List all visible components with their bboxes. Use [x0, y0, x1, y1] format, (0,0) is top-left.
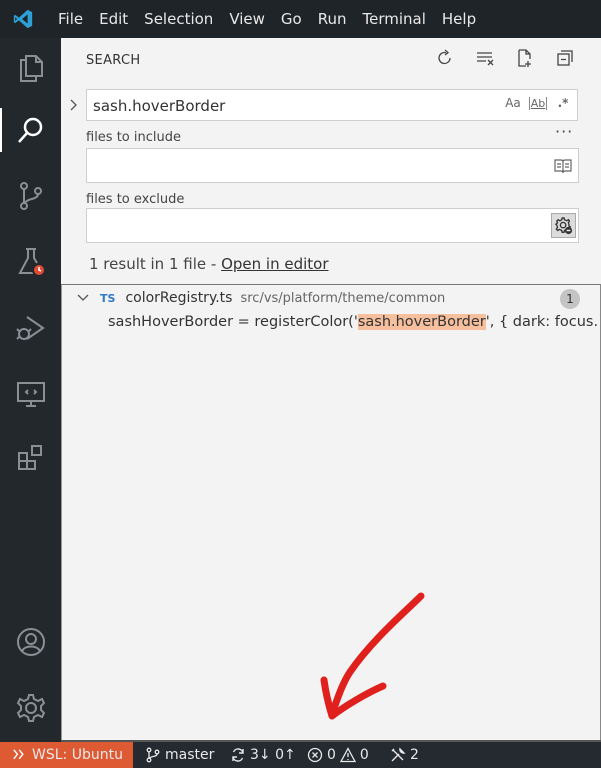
testing-button[interactable] — [0, 234, 61, 290]
settings-gear-icon — [16, 694, 45, 722]
search-input[interactable]: sash.hoverBorder Aa Ab .* — [86, 89, 578, 121]
regex-toggle[interactable]: .* — [555, 96, 571, 110]
clear-all-icon — [477, 52, 494, 66]
source-control-button[interactable] — [0, 168, 61, 224]
tools-icon — [391, 747, 406, 762]
match-count-badge: 1 — [560, 289, 580, 309]
toggle-search-details-button[interactable]: ··· — [555, 122, 573, 141]
new-search-editor-button[interactable] — [515, 48, 535, 68]
manage-button[interactable] — [0, 680, 61, 736]
clear-results-button[interactable] — [475, 48, 495, 68]
open-editors-only-book-icon[interactable] — [554, 158, 572, 174]
exclude-label: files to exclude — [86, 192, 185, 207]
refresh-button[interactable] — [435, 48, 455, 68]
match-highlight: sash.hoverBorder — [357, 314, 486, 330]
remote-icon — [13, 749, 24, 760]
branch-indicator[interactable]: master — [145, 742, 214, 768]
extensions-button[interactable] — [0, 430, 61, 486]
new-file-icon — [518, 49, 531, 67]
result-file-row[interactable]: TS colorRegistry.ts src/vs/platform/them… — [62, 285, 600, 311]
results-summary: 1 result in 1 file - Open in editor — [89, 255, 329, 273]
menu-view[interactable]: View — [221, 0, 273, 38]
collapse-all-icon — [557, 50, 573, 66]
menu-terminal[interactable]: Terminal — [355, 0, 434, 38]
files-to-exclude-input[interactable] — [86, 208, 579, 243]
menu-go[interactable]: Go — [273, 0, 310, 38]
files-icon — [19, 55, 43, 82]
open-in-editor-link[interactable]: Open in editor — [221, 255, 328, 273]
collapse-all-button[interactable] — [555, 48, 575, 68]
menu-file[interactable]: File — [50, 0, 91, 38]
search-results-tree: TS colorRegistry.ts src/vs/platform/them… — [61, 284, 601, 740]
remote-explorer-icon — [16, 382, 45, 407]
warning-count: 0 — [359, 747, 369, 763]
remote-label: WSL: Ubuntu — [32, 747, 123, 763]
refresh-icon — [438, 49, 451, 65]
sync-icon — [232, 748, 244, 762]
remote-indicator[interactable]: WSL: Ubuntu — [0, 742, 133, 768]
testing-icon — [17, 248, 46, 277]
match-prefix: sashHoverBorder = registerColor(' — [108, 314, 358, 330]
result-file-path: src/vs/platform/theme/common — [240, 290, 446, 306]
match-suffix: ', { dark: focus... — [485, 314, 598, 330]
error-count: 0 — [327, 747, 336, 763]
typescript-file-icon: TS — [100, 291, 116, 305]
search-query-text: sash.hoverBorder — [93, 97, 226, 115]
toggle-replace-chevron-icon[interactable] — [67, 98, 81, 112]
sync-label: 3↓ 0↑ — [250, 747, 296, 763]
activity-bar — [0, 38, 61, 742]
warning-icon — [339, 747, 356, 763]
explorer-button[interactable] — [0, 40, 61, 96]
error-icon — [307, 747, 323, 763]
run-debug-button[interactable] — [0, 300, 61, 356]
git-branch-icon — [146, 747, 160, 763]
source-control-icon — [19, 182, 42, 210]
extensions-icon — [17, 445, 42, 470]
match-case-toggle[interactable]: Aa — [505, 96, 521, 110]
menu-help[interactable]: Help — [434, 0, 484, 38]
run-debug-icon — [15, 316, 45, 340]
status-bar: WSL: Ubuntu master 3↓ 0↑ 0 0 2 — [0, 742, 601, 768]
accounts-icon — [16, 628, 45, 656]
sync-indicator[interactable]: 3↓ 0↑ — [230, 742, 296, 768]
whole-word-toggle[interactable]: Ab — [529, 96, 547, 110]
include-label: files to include — [86, 130, 181, 145]
menu-edit[interactable]: Edit — [91, 0, 136, 38]
search-view-button[interactable] — [0, 102, 61, 158]
search-header: SEARCH — [61, 38, 601, 82]
title-bar: File Edit Selection View Go Run Terminal… — [0, 0, 601, 38]
result-match-row[interactable]: sashHoverBorder = registerColor('sash.ho… — [108, 314, 598, 338]
ports-indicator[interactable]: 2 — [390, 742, 419, 768]
vscode-logo-icon — [13, 9, 33, 29]
search-title: SEARCH — [86, 52, 141, 68]
results-count-text: 1 result in 1 file - — [89, 255, 222, 273]
branch-label: master — [165, 747, 215, 763]
accounts-button[interactable] — [0, 614, 61, 670]
files-to-include-input[interactable] — [86, 148, 579, 183]
chevron-down-icon[interactable] — [76, 291, 90, 305]
menu-selection[interactable]: Selection — [136, 0, 221, 38]
use-exclude-settings-toggle[interactable] — [551, 213, 576, 238]
ports-count: 2 — [410, 747, 419, 763]
search-icon — [17, 117, 42, 143]
gear-exclude-icon — [554, 216, 572, 234]
menu-run[interactable]: Run — [310, 0, 355, 38]
search-sidebar: SEARCH sash.hoverBorder Aa Ab .* ··· fil… — [61, 38, 601, 742]
remote-explorer-button[interactable] — [0, 366, 61, 422]
result-file-name: colorRegistry.ts — [125, 290, 233, 306]
problems-indicator[interactable]: 0 0 — [307, 742, 369, 768]
